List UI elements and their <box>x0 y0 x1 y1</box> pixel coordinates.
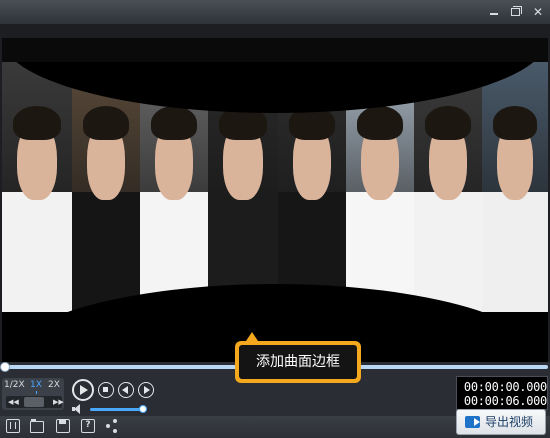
export-video-button[interactable]: 导出视频 <box>456 409 546 435</box>
film-icon[interactable] <box>6 419 20 433</box>
portrait-photo <box>2 62 72 312</box>
tooltip-add-curved-border: 添加曲面边框 <box>235 341 361 383</box>
export-icon <box>465 416 480 428</box>
share-icon[interactable] <box>105 419 119 433</box>
close-icon[interactable]: ✕ <box>530 4 546 20</box>
export-video-label: 导出视频 <box>485 415 534 429</box>
volume-handle[interactable] <box>139 405 147 413</box>
speed-option-2x[interactable]: 2X <box>48 380 60 390</box>
current-time: 00:00:00.000 <box>463 380 547 394</box>
open-folder-icon[interactable] <box>30 419 44 433</box>
tooltip-arrow <box>246 332 258 341</box>
volume-slider[interactable] <box>90 408 144 411</box>
portrait-photo <box>482 62 548 312</box>
stop-button[interactable] <box>98 382 114 398</box>
volume-icon[interactable] <box>72 404 84 414</box>
fast-forward-icon[interactable]: ▶▶ <box>53 396 64 408</box>
title-bar: ✕ <box>0 0 550 24</box>
maximize-icon[interactable] <box>508 4 524 20</box>
speed-slider-thumb[interactable] <box>24 397 44 407</box>
curved-photo-stage <box>2 38 548 362</box>
video-preview <box>0 24 550 362</box>
speed-control: 1/2X 1X 2X ◀◀ ▶▶ <box>2 378 64 410</box>
help-icon[interactable]: ? <box>81 419 95 433</box>
next-frame-button[interactable] <box>138 382 154 398</box>
speed-slider[interactable]: ◀◀ ▶▶ <box>6 396 64 408</box>
time-display: 00:00:00.000 00:00:06.000 <box>456 376 548 410</box>
rewind-icon[interactable]: ◀◀ <box>8 396 19 408</box>
tooltip-text: 添加曲面边框 <box>239 345 357 379</box>
minimize-icon[interactable] <box>486 4 502 20</box>
play-button[interactable] <box>72 379 94 401</box>
speed-option-1x[interactable]: 1X <box>30 380 42 390</box>
seek-handle[interactable] <box>0 362 10 372</box>
previous-frame-button[interactable] <box>118 382 134 398</box>
total-time: 00:00:06.000 <box>463 394 547 408</box>
save-icon[interactable] <box>56 419 70 433</box>
speed-option-half[interactable]: 1/2X <box>4 380 25 390</box>
